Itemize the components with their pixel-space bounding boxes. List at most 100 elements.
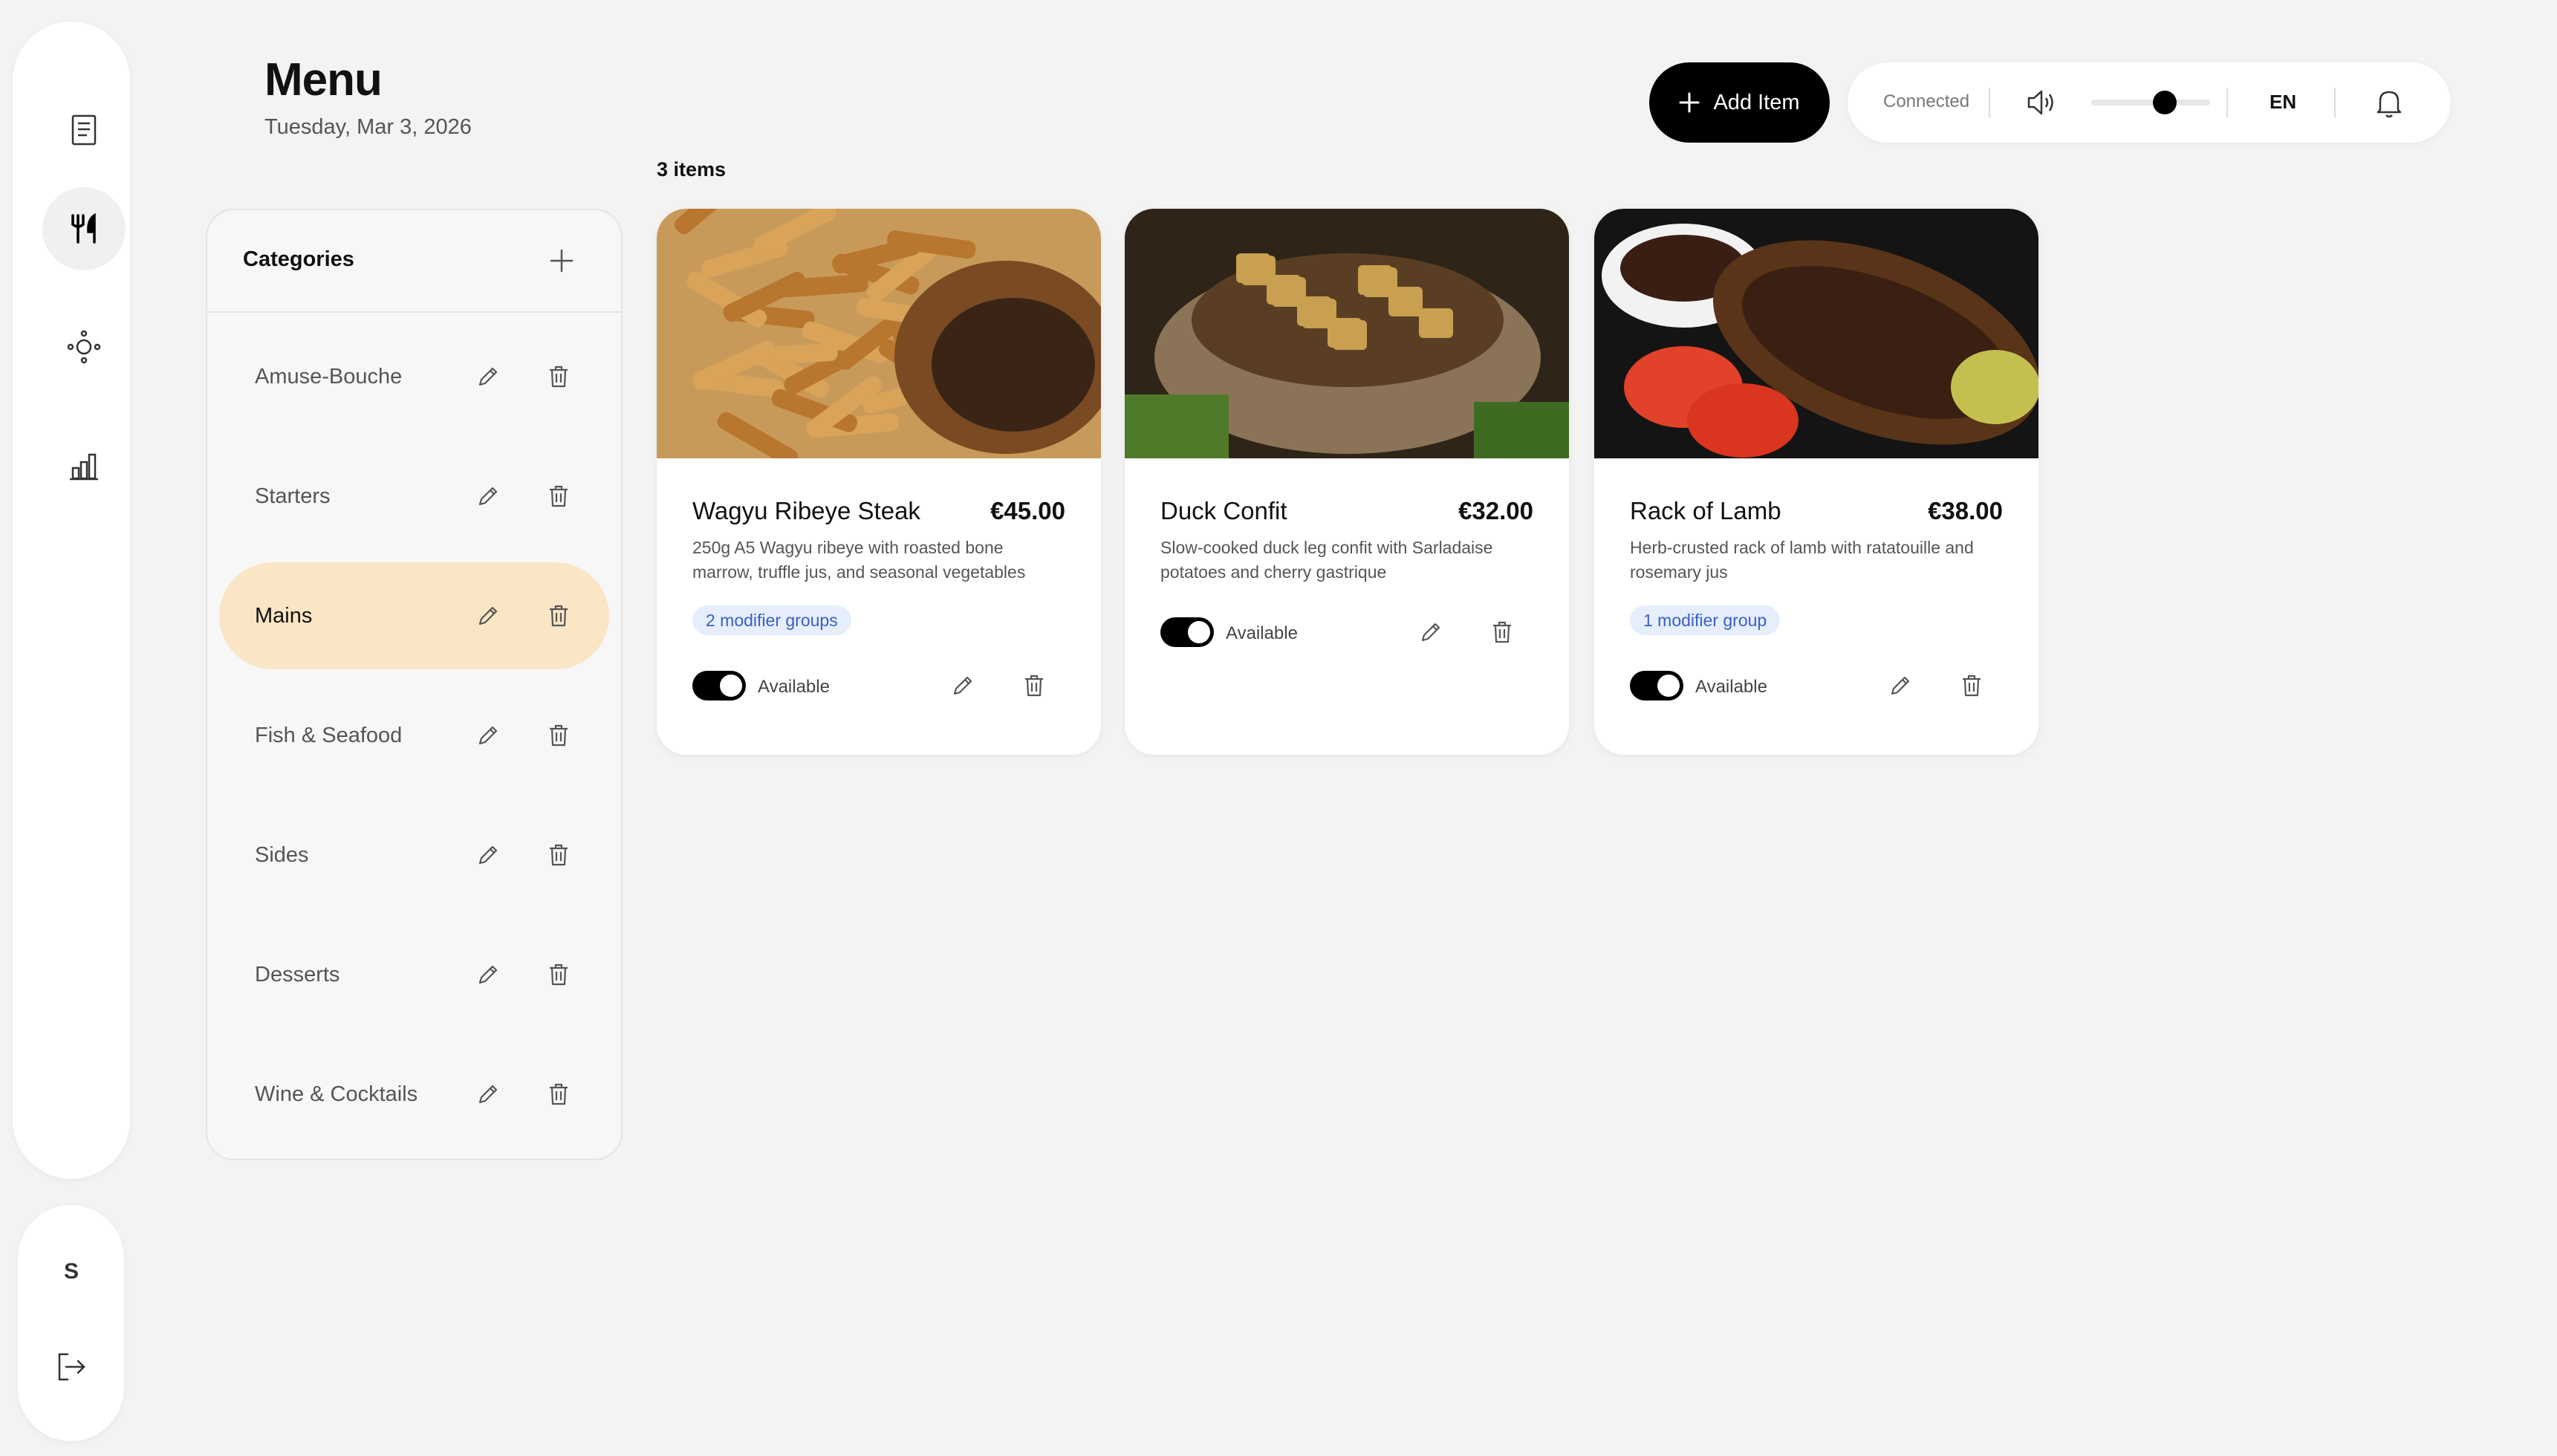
edit-category-button[interactable] [472, 599, 504, 632]
toggle-knob [1657, 675, 1680, 697]
pencil-icon [1891, 676, 1910, 695]
category-item[interactable]: Fish & Seafood [219, 682, 609, 789]
delete-category-button[interactable] [542, 839, 575, 871]
trash-icon [550, 844, 568, 866]
modifier-badge: 2 modifier groups [692, 605, 851, 635]
menu-item-card[interactable]: Duck Confit €32.00 Slow-cooked duck leg co… [1125, 209, 1569, 755]
volume-slider[interactable] [2091, 100, 2210, 105]
item-description: Slow-cooked duck leg confit with Sarlada… [1160, 538, 1493, 582]
divider [2226, 88, 2228, 117]
item-photo [1594, 209, 2038, 458]
category-item[interactable]: Sides [219, 802, 609, 909]
edit-category-button[interactable] [472, 360, 504, 393]
logout-icon [58, 1353, 85, 1381]
delete-item-button[interactable] [1486, 616, 1518, 649]
menu-item-card[interactable]: Rack of Lamb €38.00 Herb-crusted rack of l… [1594, 209, 2038, 755]
edit-category-button[interactable] [472, 719, 504, 752]
delete-category-button[interactable] [542, 480, 575, 513]
trash-icon [550, 605, 568, 627]
logout-button[interactable] [36, 1331, 107, 1403]
trash-icon [550, 1083, 568, 1105]
edit-category-button[interactable] [472, 1078, 504, 1111]
nav-integrations[interactable] [42, 305, 126, 389]
bar-chart-icon [70, 453, 98, 481]
add-item-button[interactable]: Add Item [1649, 62, 1830, 143]
page-title: Menu [264, 54, 383, 105]
nav-orders[interactable] [42, 88, 126, 172]
category-label: Fish & Seafood [255, 724, 403, 747]
delete-category-button[interactable] [542, 599, 575, 632]
category-label: Mains [255, 604, 313, 628]
item-name: Duck Confit [1160, 497, 1287, 524]
delete-item-button[interactable] [1018, 669, 1050, 702]
edit-item-button[interactable] [1414, 616, 1447, 649]
items-count: 3 items [657, 158, 727, 181]
nav-analytics[interactable] [42, 424, 126, 507]
edit-category-button[interactable] [472, 839, 504, 871]
plus-icon [1679, 92, 1700, 113]
page-date: Tuesday, Mar 3, 2026 [264, 115, 472, 139]
category-item[interactable]: Wine & Cocktails [219, 1041, 609, 1148]
edit-item-button[interactable] [1884, 669, 1917, 702]
availability-toggle[interactable] [692, 671, 746, 701]
volume-slider-knob[interactable] [2153, 91, 2177, 114]
trash-icon [550, 724, 568, 747]
avatar[interactable]: S [36, 1236, 107, 1307]
volume-icon[interactable] [2024, 86, 2057, 119]
add-category-icon[interactable] [545, 244, 578, 277]
edit-item-button[interactable] [946, 669, 979, 702]
pencil-icon [478, 1085, 498, 1104]
nav-menu[interactable] [42, 187, 126, 270]
delete-category-button[interactable] [542, 1078, 575, 1111]
trash-icon [550, 365, 568, 388]
availability-label: Available [758, 677, 830, 697]
toggle-knob [720, 675, 742, 697]
category-item[interactable]: Desserts [219, 921, 609, 1028]
pencil-icon [478, 965, 498, 984]
trash-icon [1493, 621, 1511, 643]
availability-toggle[interactable] [1160, 617, 1214, 647]
language-selector[interactable]: EN [2270, 91, 2296, 114]
availability-label: Available [1695, 677, 1767, 697]
status-bar: Connected EN [1848, 62, 2451, 143]
category-item[interactable]: Amuse-Bouche [219, 323, 609, 430]
availability-toggle[interactable] [1630, 671, 1683, 701]
edit-category-button[interactable] [472, 480, 504, 513]
categories-panel: Categories Amuse-Bouche Starters Mains Fish… [206, 209, 623, 1160]
category-item[interactable]: Mains [219, 562, 609, 669]
item-price: €38.00 [1928, 497, 2003, 524]
category-label: Sides [255, 843, 309, 867]
availability-label: Available [1226, 623, 1298, 643]
delete-item-button[interactable] [1955, 669, 1988, 702]
trash-icon [1025, 675, 1043, 697]
delete-category-button[interactable] [542, 958, 575, 991]
pencil-icon [478, 845, 498, 865]
modifier-badge: 1 modifier group [1630, 605, 1781, 635]
connection-status: Connected [1883, 91, 1970, 111]
pencil-icon [953, 676, 972, 695]
category-label: Amuse-Bouche [255, 365, 403, 389]
nav-rail [13, 22, 130, 1179]
item-name: Rack of Lamb [1630, 497, 1781, 524]
trash-icon [550, 485, 568, 507]
pencil-icon [478, 487, 498, 506]
pencil-icon [478, 726, 498, 745]
trash-icon [550, 963, 568, 986]
network-icon [67, 330, 101, 364]
toggle-knob [1188, 621, 1210, 643]
delete-category-button[interactable] [542, 719, 575, 752]
menu-item-card[interactable]: Wagyu Ribeye Steak €45.00 250g A5 Wagyu ri… [657, 209, 1101, 755]
item-photo [657, 209, 1101, 458]
delete-category-button[interactable] [542, 360, 575, 393]
category-label: Starters [255, 484, 331, 508]
user-rail: S [18, 1205, 124, 1441]
item-description: 250g A5 Wagyu ribeye with roasted bone m… [692, 538, 1026, 582]
bell-icon[interactable] [2371, 85, 2407, 120]
edit-category-button[interactable] [472, 958, 504, 991]
category-item[interactable]: Starters [219, 443, 609, 550]
trash-icon [1963, 675, 1981, 697]
add-item-label: Add Item [1713, 90, 1800, 114]
category-label: Desserts [255, 963, 340, 987]
item-description: Herb-crusted rack of lamb with ratatouil… [1630, 538, 1974, 582]
utensils-icon [71, 212, 96, 244]
